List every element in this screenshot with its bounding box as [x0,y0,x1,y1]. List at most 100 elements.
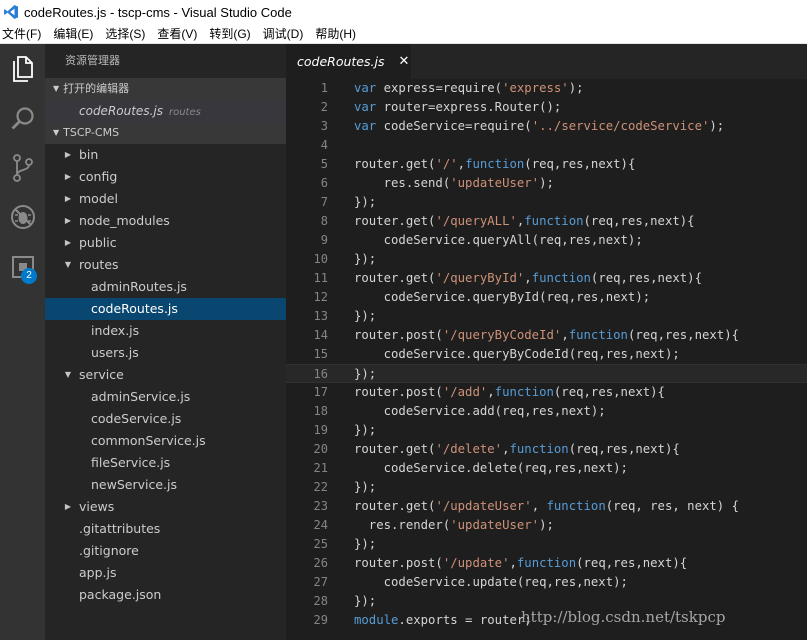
tree-folder[interactable]: ▼ routes [45,254,286,276]
tree-file[interactable]: fileService.js [45,452,286,474]
code-line[interactable]: 24 res.render('updateUser'); [286,516,807,535]
code-line[interactable]: 27 codeService.update(req,res,next); [286,573,807,592]
menu-selection[interactable]: 选择(S) [103,25,151,42]
code-token: router.get( [354,442,436,456]
code-line[interactable]: 4 [286,136,807,155]
tree-file[interactable]: codeService.js [45,408,286,430]
code-line[interactable]: 19}); [286,421,807,440]
debug-button[interactable] [0,194,45,239]
code-text: res.send('updateUser'); [354,174,554,193]
tree-folder[interactable]: ▶ model [45,188,286,210]
code-text: var express=require('express'); [354,79,584,98]
tree-item-label: public [79,235,117,250]
tree-folder[interactable]: ▶ bin [45,144,286,166]
tree-file[interactable]: adminService.js [45,386,286,408]
code-token: }); [354,367,377,381]
tree-item-label: bin [79,147,99,162]
code-token: codeService.queryById(req,res,next); [354,290,651,304]
code-line[interactable]: 8 router.get('/queryALL',function(req,res… [286,212,807,231]
code-line[interactable]: 20 router.get('/delete',function(req,res,… [286,440,807,459]
line-number: 5 [320,157,328,171]
tree-item-label: adminRoutes.js [91,279,187,294]
tree-file[interactable]: adminRoutes.js [45,276,286,298]
tree-file[interactable]: users.js [45,342,286,364]
code-line[interactable]: 6 res.send('updateUser'); [286,174,807,193]
code-text: }); [354,535,376,554]
tree-file[interactable]: codeRoutes.js [45,298,286,320]
menu-file[interactable]: 文件(F) [0,25,47,42]
project-header[interactable]: ▼ TSCP-CMS [45,122,286,144]
source-control-button[interactable] [0,145,45,190]
code-token: (req,res,next){ [576,556,688,570]
code-token: function [531,271,591,285]
code-line[interactable]: 17 router.post('/add',function(req,res,ne… [286,383,807,402]
menu-debug[interactable]: 调试(D) [261,25,310,42]
code-token: }); [354,309,377,323]
code-line[interactable]: 2 var router=express.Router(); [286,98,807,117]
tree-folder[interactable]: ▶ views [45,496,286,518]
menu-view[interactable]: 查看(V) [155,25,203,42]
tree-item-label: model [79,191,118,206]
code-line[interactable]: 14 router.post('/queryByCodeId',function(… [286,326,807,345]
tree-file[interactable]: index.js [45,320,286,342]
code-token: (req,res,next){ [583,214,695,228]
tree-file[interactable]: .gitattributes [45,518,286,540]
code-line[interactable]: 21 codeService.delete(req,res,next); [286,459,807,478]
menu-help[interactable]: 帮助(H) [313,25,362,42]
code-line[interactable]: 18 codeService.add(req,res,next); [286,402,807,421]
tree-folder[interactable]: ▶ config [45,166,286,188]
open-editors-header[interactable]: ▼ 打开的编辑器 [45,78,286,100]
code-token: 'updateUser' [450,518,540,532]
code-view[interactable]: 1 var express=require('express'); 2 var rou… [286,79,807,630]
code-line[interactable]: 12 codeService.queryById(req,res,next); [286,288,807,307]
menu-goto[interactable]: 转到(G) [207,25,256,42]
code-line[interactable]: 15 codeService.queryByCodeId(req,res,nex… [286,345,807,364]
search-button[interactable] [0,96,45,141]
code-token: (req,res,next){ [553,385,665,399]
tree-folder[interactable]: ▶ public [45,232,286,254]
code-text: }); [354,478,376,497]
tree-file[interactable]: commonService.js [45,430,286,452]
code-line[interactable]: 23 router.get('/updateUser', function(req… [286,497,807,516]
line-number: 10 [313,252,328,266]
tree-file[interactable]: app.js [45,562,286,584]
code-line[interactable]: 9 codeService.queryAll(req,res,next); [286,231,807,250]
tree-file[interactable]: .gitignore [45,540,286,562]
line-number: 27 [313,575,328,589]
code-token: '/add' [442,385,488,399]
code-token: express=require( [376,81,503,95]
tree-folder[interactable]: ▶ node_modules [45,210,286,232]
close-icon[interactable]: ✕ [398,54,409,69]
code-token: (req,res,next){ [568,442,680,456]
code-line[interactable]: 5 router.get('/',function(req,res,next){ [286,155,807,174]
explorer-button[interactable] [0,46,45,91]
code-token: }); [354,537,377,551]
tab-label: codeRoutes.js [297,54,385,69]
code-token: '/queryALL' [435,214,517,228]
tab-coderoutes[interactable]: codeRoutes.js ✕ [286,44,411,79]
code-line[interactable]: 11 router.get('/queryById',function(req,r… [286,269,807,288]
code-text: router.get('/queryById',function(req,res… [354,269,702,288]
line-number: 17 [313,385,328,399]
extensions-button[interactable]: 2 [0,244,45,289]
tree-file[interactable]: package.json [45,584,286,606]
code-line[interactable]: 16}); [286,364,807,383]
tree-folder[interactable]: ▼ service [45,364,286,386]
code-line[interactable]: 7}); [286,193,807,212]
tree-file[interactable]: newService.js [45,474,286,496]
code-text: codeService.add(req,res,next); [354,402,606,421]
code-line[interactable]: 1 var express=require('express'); [286,79,807,98]
code-token: router.post( [354,556,443,570]
menu-edit[interactable]: 编辑(E) [51,25,99,42]
open-editor-item[interactable]: codeRoutes.js routes [45,100,286,122]
code-line[interactable]: 22}); [286,478,807,497]
line-number: 9 [320,233,328,247]
code-token: , [524,271,532,285]
code-line[interactable]: 25}); [286,535,807,554]
code-line[interactable]: 13}); [286,307,807,326]
code-token: (req,res,next){ [590,271,702,285]
code-line[interactable]: 10}); [286,250,807,269]
code-line[interactable]: 3 var codeService=require('../service/cod… [286,117,807,136]
code-line[interactable]: 26 router.post('/update',function(req,res… [286,554,807,573]
code-token: , [509,556,517,570]
